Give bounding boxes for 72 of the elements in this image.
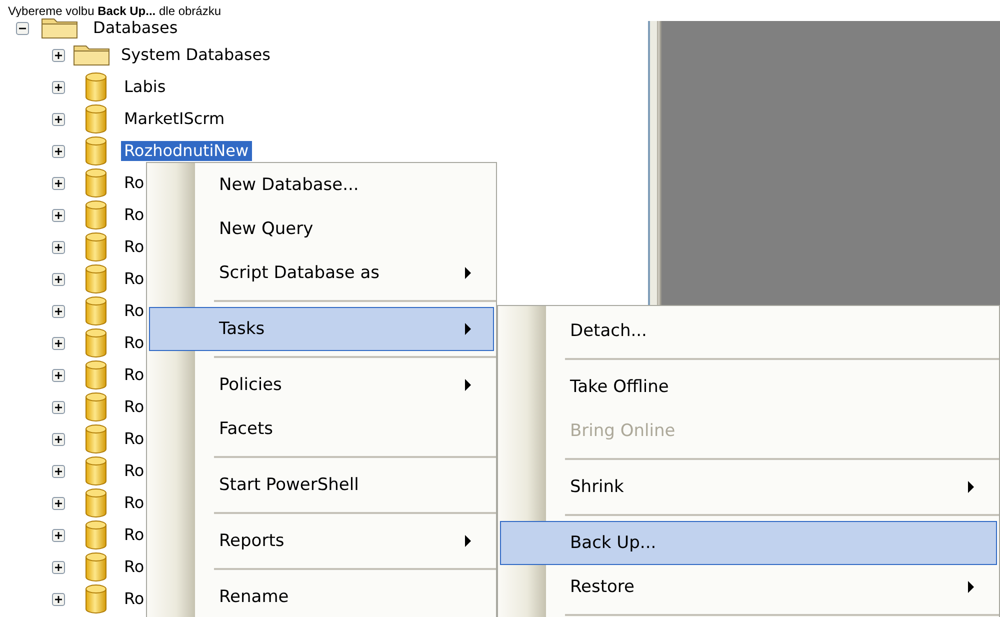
folder-icon: [73, 44, 110, 66]
tree-item[interactable]: MarketIScrm: [121, 109, 228, 129]
tree-item[interactable]: Ro: [121, 333, 148, 353]
database-icon: [85, 264, 107, 294]
expand-toggle-icon[interactable]: [52, 432, 65, 446]
expand-toggle-icon[interactable]: [52, 48, 65, 62]
menu-item[interactable]: New Database...: [149, 163, 494, 207]
expand-toggle-icon[interactable]: [52, 304, 65, 318]
tree-item[interactable]: RozhodnutiNew: [121, 141, 252, 161]
menu-item[interactable]: Shrink: [500, 465, 997, 509]
tree-item[interactable]: Ro: [121, 461, 148, 481]
database-icon: [85, 200, 107, 230]
menu-item[interactable]: Policies: [149, 363, 494, 407]
expand-toggle-icon[interactable]: [52, 368, 65, 382]
expand-toggle-icon[interactable]: [52, 528, 65, 542]
database-icon: [85, 520, 107, 550]
tree-item[interactable]: System Databases: [118, 45, 274, 65]
tree-item[interactable]: Ro: [121, 429, 148, 449]
tree-item[interactable]: Databases: [90, 18, 181, 38]
menu-item[interactable]: Tasks: [149, 307, 494, 351]
expand-toggle-icon[interactable]: [52, 560, 65, 574]
tree-item[interactable]: Ro: [121, 397, 148, 417]
expand-toggle-icon[interactable]: [52, 144, 65, 158]
tree-item[interactable]: Ro: [121, 557, 148, 577]
menu-item[interactable]: Reports: [149, 519, 494, 563]
expand-toggle-icon[interactable]: [52, 112, 65, 126]
tree-item[interactable]: Ro: [121, 237, 148, 257]
expand-toggle-icon[interactable]: [52, 592, 65, 606]
database-icon: [85, 424, 107, 454]
database-icon: [85, 328, 107, 358]
expand-toggle-icon[interactable]: [52, 176, 65, 190]
database-icon: [85, 72, 107, 102]
tree-item[interactable]: Ro: [121, 365, 148, 385]
caption-text: Vybereme volbu Back Up... dle obrázku: [8, 3, 222, 20]
menu-item[interactable]: New Query: [149, 207, 494, 251]
expand-toggle-icon[interactable]: [52, 208, 65, 222]
expand-toggle-icon[interactable]: [52, 496, 65, 510]
database-icon: [85, 360, 107, 390]
tree-item[interactable]: Labis: [121, 77, 169, 97]
database-icon: [85, 488, 107, 518]
menu-item[interactable]: Start PowerShell: [149, 463, 494, 507]
expand-toggle-icon[interactable]: [52, 400, 65, 414]
tree-item[interactable]: Ro: [121, 301, 148, 321]
database-icon: [85, 584, 107, 614]
collapse-toggle-icon[interactable]: [16, 22, 29, 34]
menu-item[interactable]: Detach...: [500, 309, 997, 353]
tree-item[interactable]: Ro: [121, 525, 148, 545]
menu-item[interactable]: Rename: [149, 575, 494, 617]
tree-item[interactable]: Ro: [121, 589, 148, 609]
tree-item[interactable]: Ro: [121, 205, 148, 225]
folder-icon: [41, 17, 78, 39]
database-icon: [85, 136, 107, 166]
expand-toggle-icon[interactable]: [52, 336, 65, 350]
menu-item[interactable]: Facets: [149, 407, 494, 451]
database-icon: [85, 296, 107, 326]
expand-toggle-icon[interactable]: [52, 80, 65, 94]
expand-toggle-icon[interactable]: [52, 272, 65, 286]
menu-item[interactable]: Back Up...: [500, 521, 997, 565]
expand-toggle-icon[interactable]: [52, 464, 65, 478]
menu-item[interactable]: Restore: [500, 565, 997, 609]
database-icon: [85, 392, 107, 422]
tree-item[interactable]: Ro: [121, 493, 148, 513]
menu-item[interactable]: Script Database as: [149, 251, 494, 295]
database-icon: [85, 168, 107, 198]
database-icon: [85, 104, 107, 134]
database-icon: [85, 552, 107, 582]
database-icon: [85, 232, 107, 262]
tree-item[interactable]: Ro: [121, 269, 148, 289]
database-icon: [85, 456, 107, 486]
tree-item[interactable]: Ro: [121, 173, 148, 193]
menu-item[interactable]: Take Offline: [500, 365, 997, 409]
expand-toggle-icon[interactable]: [52, 240, 65, 254]
